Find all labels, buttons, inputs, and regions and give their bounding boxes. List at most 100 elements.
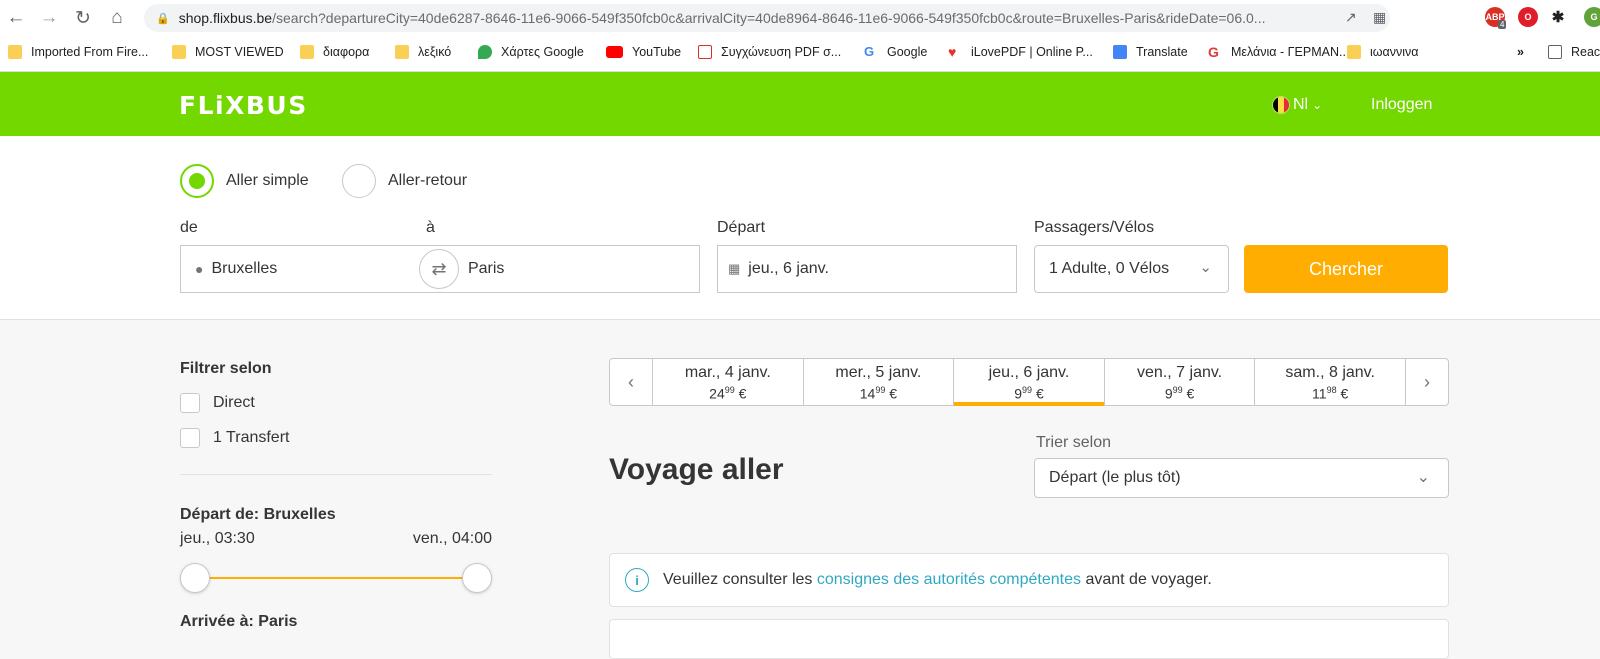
departure-label: Départ bbox=[717, 219, 766, 236]
bookmark-item[interactable]: G Google bbox=[864, 44, 927, 60]
filters-sidebar: Filtrer selon Direct 1 Transfert Départ … bbox=[180, 360, 492, 631]
departure-date-field[interactable]: ▦ jeu., 6 janv. bbox=[717, 245, 1017, 293]
puzzle-icon[interactable]: ✱ bbox=[1548, 7, 1568, 27]
home-icon[interactable]: ⌂ bbox=[105, 6, 129, 30]
checkbox-icon bbox=[180, 393, 200, 413]
next-dates-button[interactable]: › bbox=[1406, 359, 1448, 405]
to-input[interactable]: Paris bbox=[468, 260, 504, 278]
authorities-link[interactable]: consignes des autorités compétentes bbox=[817, 571, 1081, 588]
travel-notice: i Veuillez consulter les consignes des a… bbox=[609, 553, 1449, 607]
bookmark-item[interactable]: λεξικό bbox=[395, 45, 451, 59]
share-icon[interactable]: ↗ bbox=[1345, 9, 1357, 26]
translate-page-icon[interactable]: ▦ bbox=[1373, 9, 1386, 26]
sort-value: Départ (le plus tôt) bbox=[1049, 469, 1181, 486]
address-bar[interactable]: 🔒 shop.flixbus.be/search?departureCity=4… bbox=[144, 4, 1390, 32]
bookmark-item[interactable]: YouTube bbox=[606, 45, 681, 59]
date-tab-selected[interactable]: jeu., 6 janv. 999 € bbox=[953, 359, 1104, 406]
reading-list-label: Reac bbox=[1571, 45, 1600, 59]
search-button[interactable]: Chercher bbox=[1244, 245, 1448, 293]
bookmark-item[interactable]: διαφορα bbox=[300, 45, 369, 59]
reload-icon[interactable]: ↻ bbox=[71, 6, 95, 30]
passengers-label: Passagers/Vélos bbox=[1034, 219, 1155, 236]
filters-title: Filtrer selon bbox=[180, 360, 272, 377]
date-price: 2499 € bbox=[709, 385, 747, 402]
transfer-checkbox[interactable]: 1 Transfert bbox=[180, 428, 492, 448]
bookmark-label: Χάρτες Google bbox=[501, 45, 584, 59]
from-input[interactable]: Bruxelles bbox=[211, 260, 451, 278]
youtube-icon bbox=[606, 46, 623, 58]
bookmark-label: iLovePDF | Online P... bbox=[971, 45, 1093, 59]
bookmark-label: Συγχώνευση PDF σ... bbox=[721, 45, 842, 59]
sort-select[interactable]: Départ (le plus tôt) ⌄ bbox=[1034, 458, 1449, 498]
date-tab[interactable]: ven., 7 janv. 999 € bbox=[1103, 359, 1255, 405]
chevron-left-icon: ‹ bbox=[628, 371, 634, 392]
date-price: 999 € bbox=[1014, 385, 1044, 402]
swap-cities-button[interactable]: ⇄ bbox=[419, 249, 459, 289]
location-pin-icon: ● bbox=[195, 261, 204, 277]
passengers-value: 1 Adulte, 0 Vélos bbox=[1049, 260, 1170, 277]
google-icon: G bbox=[864, 44, 875, 59]
slider-min-handle[interactable] bbox=[180, 563, 210, 593]
one-way-radio[interactable]: Aller simple bbox=[180, 164, 309, 198]
bookmark-label: YouTube bbox=[632, 45, 682, 59]
bookmark-label: MOST VIEWED bbox=[195, 45, 284, 59]
bookmark-item[interactable]: ιωαννινα bbox=[1347, 45, 1419, 59]
bookmark-item[interactable]: MOST VIEWED bbox=[172, 45, 284, 59]
bookmark-label: Translate bbox=[1136, 45, 1188, 59]
departure-max-label: ven., 04:00 bbox=[412, 530, 492, 547]
round-trip-radio[interactable]: Aller-retour bbox=[342, 164, 467, 198]
passengers-select[interactable]: 1 Adulte, 0 Vélos ⌄ bbox=[1034, 245, 1229, 293]
reading-list-icon bbox=[1548, 45, 1562, 59]
bookmark-item[interactable]: Translate bbox=[1113, 45, 1188, 59]
departure-date-value: jeu., 6 janv. bbox=[748, 260, 829, 277]
maps-icon bbox=[478, 45, 492, 59]
folder-icon bbox=[300, 45, 314, 59]
opera-extension-icon[interactable]: O bbox=[1518, 7, 1538, 27]
browser-chrome: ← → ↻ ⌂ 🔒 shop.flixbus.be/search?departu… bbox=[0, 0, 1600, 72]
folder-icon bbox=[172, 45, 186, 59]
previous-dates-button[interactable]: ‹ bbox=[610, 359, 652, 405]
bookmarks-more-button[interactable]: » bbox=[1517, 45, 1524, 59]
date-tab[interactable]: mer., 5 janv. 1499 € bbox=[802, 359, 954, 405]
one-way-label: Aller simple bbox=[226, 172, 309, 189]
extension-badge: 4 bbox=[1498, 20, 1507, 29]
login-link[interactable]: Inloggen bbox=[1371, 96, 1432, 114]
slider-max-handle[interactable] bbox=[462, 563, 492, 593]
forward-icon[interactable]: → bbox=[37, 6, 61, 30]
date-price: 1499 € bbox=[859, 385, 898, 402]
checkbox-icon bbox=[180, 428, 200, 448]
language-selector[interactable]: Nl ⌄ bbox=[1272, 96, 1322, 114]
bookmark-label: ιωαννινα bbox=[1370, 45, 1419, 59]
bookmark-item[interactable]: G Μελάνια - ΓΕΡΜΑΝ... bbox=[1208, 45, 1349, 59]
from-label: de bbox=[180, 219, 198, 236]
secondary-notice bbox=[609, 619, 1449, 659]
filter-divider bbox=[180, 474, 492, 475]
site-header: FLiXBUS Nl ⌄ Inloggen bbox=[0, 72, 1600, 136]
bookmark-item[interactable]: Χάρτες Google bbox=[478, 45, 584, 59]
reading-list-button[interactable]: Reac bbox=[1548, 45, 1600, 59]
date-tab[interactable]: mar., 4 janv. 2499 € bbox=[652, 359, 803, 405]
transfer-label: 1 Transfert bbox=[213, 429, 290, 446]
info-icon: i bbox=[625, 568, 649, 592]
flixbus-logo[interactable]: FLiXBUS bbox=[179, 91, 308, 120]
bookmark-item[interactable]: ♥ iLovePDF | Online P... bbox=[948, 45, 1093, 59]
bookmarks-bar: Imported From Fire... MOST VIEWED διαφορ… bbox=[0, 36, 1600, 72]
round-trip-label: Aller-retour bbox=[388, 172, 468, 189]
bookmark-label: διαφορα bbox=[323, 45, 370, 59]
direct-checkbox[interactable]: Direct bbox=[180, 393, 492, 413]
chevron-down-icon: ⌄ bbox=[1416, 469, 1430, 486]
date-label: ven., 7 janv. bbox=[1137, 364, 1223, 381]
bookmark-item[interactable]: Συγχώνευση PDF σ... bbox=[698, 45, 841, 59]
belgium-flag-icon bbox=[1272, 96, 1290, 114]
bookmark-item[interactable]: Imported From Fire... bbox=[8, 45, 148, 59]
date-tab[interactable]: sam., 8 janv. 1198 € bbox=[1254, 359, 1406, 405]
bookmark-label: λεξικό bbox=[418, 45, 452, 59]
date-label: jeu., 6 janv. bbox=[988, 364, 1070, 381]
departure-min-label: jeu., 03:30 bbox=[180, 530, 255, 547]
to-label: à bbox=[426, 219, 435, 236]
departure-time-slider[interactable] bbox=[180, 563, 492, 593]
back-icon[interactable]: ← bbox=[4, 6, 28, 30]
lock-icon: 🔒 bbox=[156, 12, 170, 25]
radio-selected-icon bbox=[180, 164, 214, 198]
profile-avatar[interactable]: G bbox=[1584, 7, 1600, 27]
